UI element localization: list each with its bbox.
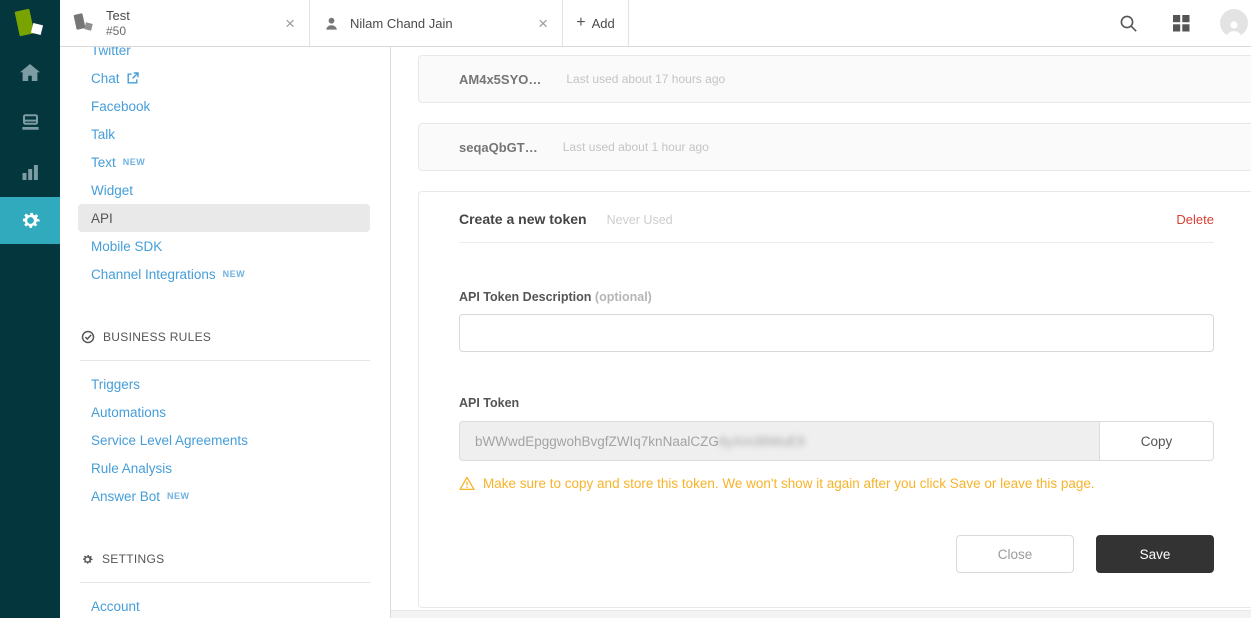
sidebar-item-widget[interactable]: Widget bbox=[60, 176, 390, 204]
person-icon bbox=[324, 16, 339, 31]
panel-divider bbox=[459, 242, 1214, 243]
new-badge: NEW bbox=[123, 157, 146, 167]
business-rules-section-header: BUSINESS RULES bbox=[60, 325, 390, 349]
sidebar-item-triggers[interactable]: Triggers bbox=[60, 370, 390, 398]
section-divider bbox=[80, 360, 370, 361]
tab-ticket-test[interactable]: Test #50 × bbox=[60, 0, 310, 46]
sidebar-item-api[interactable]: API bbox=[78, 204, 370, 232]
check-circle-icon bbox=[81, 330, 95, 344]
top-bar: Test #50 × Nilam Chand Jain × + Add bbox=[60, 0, 1251, 47]
zendesk-logo bbox=[0, 0, 60, 47]
content-bottom-strip bbox=[391, 610, 1251, 618]
token-name: AM4x5SYO… bbox=[459, 72, 541, 87]
settings-section-header: SETTINGS bbox=[60, 547, 390, 571]
sidebar-item-facebook[interactable]: Facebook bbox=[60, 92, 390, 120]
create-token-header: Create a new token Never Used Delete bbox=[459, 192, 1214, 227]
reports-icon[interactable] bbox=[0, 147, 60, 197]
sidebar-item-text[interactable]: Text NEW bbox=[60, 148, 390, 176]
panel-actions: Close Save bbox=[459, 535, 1214, 573]
sidebar-item-mobile-sdk[interactable]: Mobile SDK bbox=[60, 232, 390, 260]
sidebar-item-service-level-agreements[interactable]: Service Level Agreements bbox=[60, 426, 390, 454]
api-tokens-content: AM4x5SYO… Last used about 17 hours ago s… bbox=[391, 48, 1251, 618]
sidebar-item-rule-analysis[interactable]: Rule Analysis bbox=[60, 454, 390, 482]
app-rail bbox=[0, 0, 60, 618]
sidebar-item-twitter[interactable]: Twitter bbox=[60, 47, 390, 64]
new-badge: NEW bbox=[223, 269, 246, 279]
business-rules-nav-list: Triggers Automations Service Level Agree… bbox=[60, 370, 390, 510]
new-badge: NEW bbox=[167, 491, 190, 501]
channels-nav-list: Twitter Chat Facebook Talk Text NEW Widg… bbox=[60, 47, 390, 288]
api-token-label: API Token bbox=[459, 396, 1214, 410]
warning-text: Make sure to copy and store this token. … bbox=[483, 476, 1095, 491]
views-icon[interactable] bbox=[0, 97, 60, 147]
token-warning: Make sure to copy and store this token. … bbox=[459, 476, 1214, 491]
add-tab-button[interactable]: + Add bbox=[563, 0, 629, 46]
avatar[interactable] bbox=[1220, 9, 1248, 37]
token-value-visible: bWWwdEpggwohBvgfZWIq7knNaalCZG bbox=[475, 434, 719, 449]
sidebar-item-talk[interactable]: Talk bbox=[60, 120, 390, 148]
tab-user-nilam-chand-jain[interactable]: Nilam Chand Jain × bbox=[310, 0, 563, 46]
token-description-input[interactable] bbox=[459, 314, 1214, 352]
home-icon[interactable] bbox=[0, 47, 60, 97]
token-value-blurred: 6yXm38WuE9 bbox=[719, 434, 805, 449]
tab-title: Test bbox=[106, 8, 130, 24]
ticket-icon bbox=[74, 11, 96, 35]
settings-icon[interactable] bbox=[0, 197, 60, 244]
token-field-row: bWWwdEpggwohBvgfZWIq7knNaalCZG6yXm38WuE9… bbox=[459, 421, 1214, 461]
token-name: seqaQbGT… bbox=[459, 140, 538, 155]
token-value-field: bWWwdEpggwohBvgfZWIq7knNaalCZG6yXm38WuE9 bbox=[459, 421, 1099, 461]
delete-link[interactable]: Delete bbox=[1176, 212, 1214, 227]
optional-hint: (optional) bbox=[595, 290, 652, 304]
add-tab-label: Add bbox=[592, 16, 615, 31]
token-last-used: Last used about 1 hour ago bbox=[563, 140, 709, 154]
tab-title: Nilam Chand Jain bbox=[350, 16, 453, 31]
token-row[interactable]: seqaQbGT… Last used about 1 hour ago bbox=[418, 123, 1251, 171]
close-icon[interactable]: × bbox=[285, 15, 295, 32]
section-divider bbox=[80, 582, 370, 583]
close-button[interactable]: Close bbox=[956, 535, 1074, 573]
sidebar-item-channel-integrations[interactable]: Channel Integrations NEW bbox=[60, 260, 390, 288]
create-token-panel: Create a new token Never Used Delete API… bbox=[418, 191, 1251, 608]
close-icon[interactable]: × bbox=[538, 15, 548, 32]
copy-button[interactable]: Copy bbox=[1099, 421, 1214, 461]
search-icon[interactable] bbox=[1114, 9, 1142, 37]
sidebar-item-automations[interactable]: Automations bbox=[60, 398, 390, 426]
top-bar-actions bbox=[1114, 0, 1251, 46]
zendesk-logo-shape bbox=[31, 23, 43, 35]
sidebar-item-account[interactable]: Account bbox=[60, 592, 390, 618]
apps-grid-icon[interactable] bbox=[1167, 9, 1195, 37]
token-row[interactable]: AM4x5SYO… Last used about 17 hours ago bbox=[418, 55, 1251, 103]
warning-icon bbox=[459, 476, 475, 491]
plus-icon: + bbox=[576, 14, 585, 32]
panel-title: Create a new token bbox=[459, 211, 587, 227]
sidebar-item-answer-bot[interactable]: Answer Bot NEW bbox=[60, 482, 390, 510]
settings-nav-list: Account bbox=[60, 592, 390, 618]
token-status: Never Used bbox=[607, 213, 673, 227]
external-link-icon bbox=[127, 72, 139, 84]
gear-icon bbox=[81, 553, 94, 566]
save-button[interactable]: Save bbox=[1096, 535, 1214, 573]
token-last-used: Last used about 17 hours ago bbox=[566, 72, 725, 86]
settings-sidebar: Twitter Chat Facebook Talk Text NEW Widg… bbox=[60, 47, 391, 618]
ticket-number: #50 bbox=[106, 24, 130, 38]
sidebar-item-chat[interactable]: Chat bbox=[60, 64, 390, 92]
description-label: API Token Description (optional) bbox=[459, 290, 1214, 304]
